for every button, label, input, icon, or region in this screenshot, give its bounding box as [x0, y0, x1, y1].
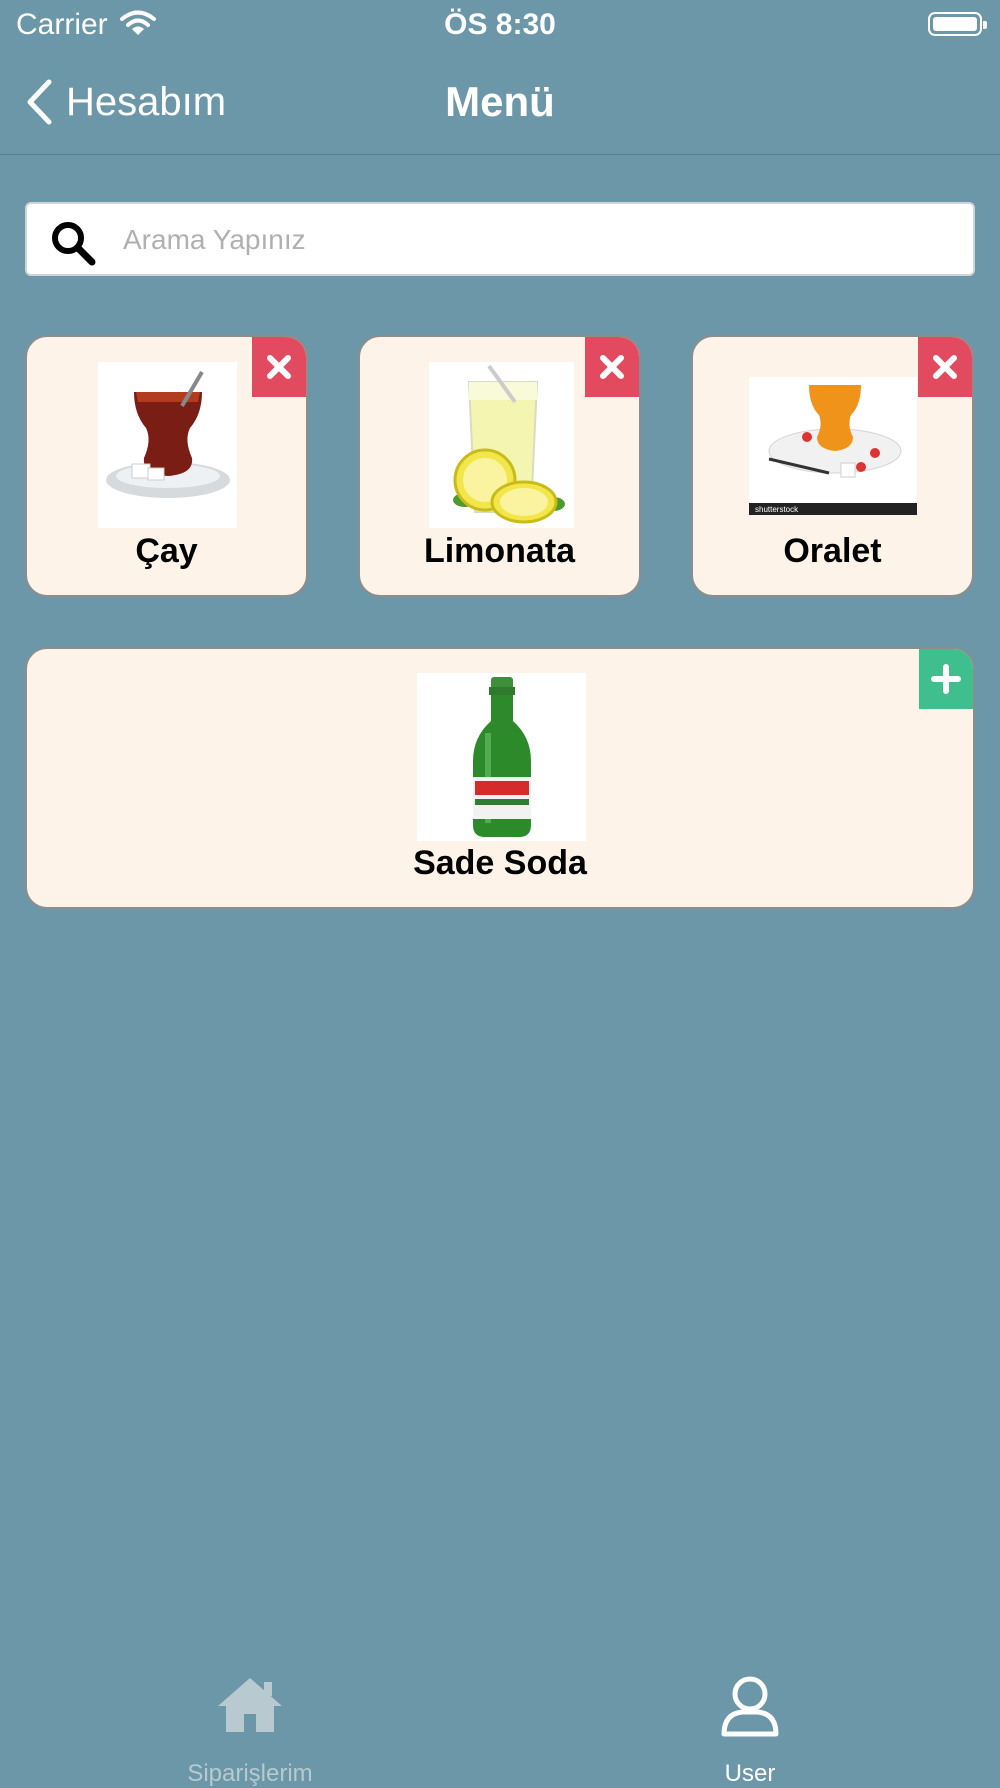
search-icon	[52, 222, 96, 266]
add-button[interactable]	[919, 649, 973, 709]
search-input[interactable]	[121, 204, 945, 276]
tab-siparislerim[interactable]: Siparişlerim	[0, 1660, 500, 1787]
lemonade-image	[429, 362, 574, 528]
product-card-sade-soda[interactable]: Sade Soda	[25, 647, 975, 909]
page-title: Menü	[445, 78, 555, 125]
close-icon	[933, 355, 957, 379]
product-name: Sade Soda	[413, 844, 587, 882]
close-icon	[600, 355, 624, 379]
plus-icon	[931, 664, 961, 694]
product-name: Çay	[135, 532, 198, 570]
remove-button[interactable]	[585, 337, 639, 397]
tab-label: Siparişlerim	[187, 1760, 313, 1787]
battery-icon	[928, 12, 987, 36]
product-card-oralet[interactable]: shutterstock Oralet	[691, 335, 974, 597]
soda-bottle-image	[417, 673, 586, 841]
tab-label: User	[724, 1760, 776, 1787]
tab-user[interactable]: User	[500, 1660, 1000, 1787]
tab-bar: Siparişlerim User	[0, 1660, 1000, 1787]
home-icon	[218, 1678, 282, 1732]
product-card-limonata[interactable]: Limonata	[358, 335, 641, 597]
search-bar	[25, 202, 975, 276]
tea-glass-image	[98, 362, 237, 528]
remove-button[interactable]	[252, 337, 306, 397]
product-name: Limonata	[423, 532, 576, 570]
product-name: Oralet	[783, 532, 882, 570]
svg-text:shutterstock: shutterstock	[755, 505, 799, 514]
close-icon	[267, 355, 291, 379]
product-card-cay[interactable]: Çay	[25, 335, 308, 597]
oralet-image: shutterstock	[749, 377, 917, 515]
remove-button[interactable]	[918, 337, 972, 397]
navigation-bar: Hesabım Menü	[0, 50, 1000, 155]
status-bar: Carrier ÖS 8:30	[0, 0, 1000, 50]
user-icon	[721, 1676, 779, 1737]
status-time: ÖS 8:30	[444, 8, 556, 41]
